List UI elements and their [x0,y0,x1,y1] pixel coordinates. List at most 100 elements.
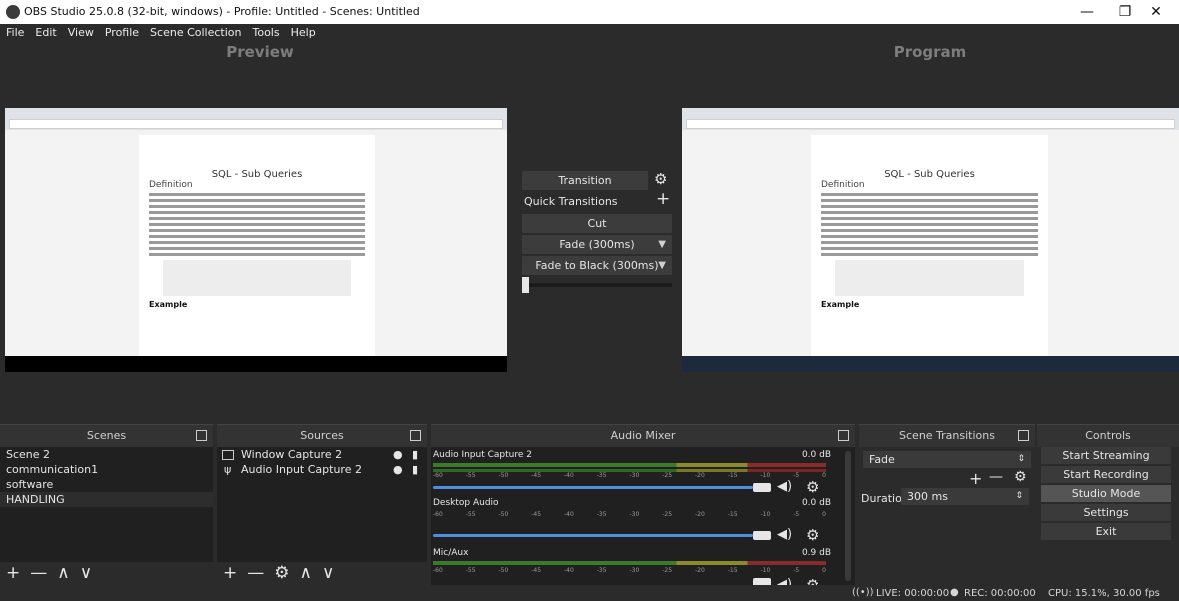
minus-icon[interactable]: — [247,563,264,583]
gear-icon[interactable]: ⚙ [806,526,819,544]
scenes-list: Scene 2 communication1 software HANDLING [0,447,213,562]
quick-transition-cut[interactable]: Cut [522,214,672,233]
document-page: SQL - Sub Queries Definition Example [139,135,375,356]
audio-mixer-header: Audio Mixer [431,424,855,447]
settings-button[interactable]: Settings [1041,504,1171,521]
up-icon[interactable]: ∧ [57,563,69,583]
quick-transitions-label: Quick Transitions [524,195,618,208]
gear-icon[interactable]: ⚙ [806,478,819,496]
quick-transition-label: Cut [587,217,607,230]
down-icon[interactable]: ∨ [80,563,92,583]
gear-icon[interactable]: ⚙ [274,563,289,583]
up-icon[interactable]: ∧ [300,563,312,583]
scene-item-selected[interactable]: HANDLING [0,492,213,507]
menu-tools[interactable]: Tools [247,24,285,39]
scene-transitions-dock: Scene Transitions Fade ⇕ + — ⚙ Duration … [859,424,1035,586]
code-block [163,260,351,296]
transition-slider[interactable] [522,283,672,287]
minus-icon[interactable]: — [989,469,1003,485]
source-item[interactable]: Window Capture 2 ● ▮ [217,447,427,462]
source-item[interactable]: ψ Audio Input Capture 2 ● ▮ [217,462,427,477]
volume-slider[interactable] [433,486,753,489]
cpu-status: CPU: 15.1%, 30.00 fps [1048,588,1160,599]
eye-icon[interactable]: ● [393,462,403,477]
undock-icon[interactable] [1018,430,1029,441]
audio-mixer-body: Audio Input Capture 2 0.0 dB -60 -55 -50 -4… [431,447,855,586]
channel-name: Audio Input Capture 2 [433,450,532,460]
meter-ticks: -60 -55 -50 -45 -40 -35 -30 -25 -20 -15 -10 -5 0 [433,511,826,518]
scene-item[interactable]: Scene 2 [0,447,213,462]
channel-name: Mic/Aux [433,548,469,558]
audio-mixer-title: Audio Mixer [610,429,676,442]
transition-gear-icon[interactable]: ⚙ [654,170,667,188]
menu-view[interactable]: View [62,24,99,39]
scene-item[interactable]: communication1 [0,462,213,477]
duration-value: 300 ms [907,490,948,503]
controls-title: Controls [1085,429,1131,442]
microphone-icon: ψ [224,463,232,476]
undock-icon[interactable] [838,430,849,441]
scene-item[interactable]: software [0,477,213,492]
preview-canvas[interactable]: SQL - Sub Queries Definition Example [5,108,507,356]
lock-icon[interactable]: ▮ [412,447,418,462]
duration-spinbox[interactable]: 300 ms ⇕ [901,488,1029,505]
source-label: Window Capture 2 [241,448,343,461]
transition-select-value: Fade [869,453,895,466]
document-title: SQL - Sub Queries [884,169,975,180]
chevron-down-icon: ▼ [658,239,666,250]
rec-icon: ● [950,587,959,598]
studio-mode-button[interactable]: Studio Mode [1041,485,1171,502]
volume-meter [433,463,826,467]
mixer-scrollbar[interactable] [845,451,851,581]
undock-icon[interactable] [196,430,207,441]
volume-slider-handle[interactable] [753,483,771,492]
minus-icon[interactable]: — [30,563,47,583]
start-streaming-button[interactable]: Start Streaming [1041,447,1171,464]
quick-transition-fade-black[interactable]: Fade to Black (300ms) ▼ [522,256,672,275]
controls-title-bar: Controls [1037,424,1179,447]
menu-scene-collection[interactable]: Scene Collection [144,24,246,39]
code-block [835,260,1024,296]
menu-bar: File Edit View Profile Scene Collection Tools… [0,24,1179,42]
plus-icon[interactable]: + [223,563,237,583]
volume-slider[interactable] [433,534,753,537]
scene-transitions-header: Scene Transitions [859,424,1035,447]
quick-transition-fade[interactable]: Fade (300ms) ▼ [522,235,672,254]
volume-meter [433,561,826,565]
menu-edit[interactable]: Edit [29,24,61,39]
undock-icon[interactable] [410,430,421,441]
channel-db: 0.0 dB [801,498,831,508]
transition-select[interactable]: Fade ⇕ [863,451,1031,468]
start-recording-button[interactable]: Start Recording [1041,466,1171,483]
close-button[interactable]: ✕ [1133,0,1179,24]
sources-list: Window Capture 2 ● ▮ ψ Audio Input Captu… [217,447,427,562]
chevron-down-icon: ▼ [658,260,666,271]
plus-icon[interactable]: + [6,563,20,583]
menu-help[interactable]: Help [285,24,321,39]
transition-slider-handle[interactable] [522,277,529,293]
scenes-header: Scenes [0,424,213,447]
gear-icon[interactable]: ⚙ [1014,469,1027,485]
exit-button[interactable]: Exit [1041,523,1171,540]
audio-mixer-dock: Audio Mixer Audio Input Capture 2 0.0 dB… [431,424,855,586]
transition-button[interactable]: Transition [522,171,648,190]
source-label: Audio Input Capture 2 [241,463,362,476]
menu-file[interactable]: File [0,24,29,39]
sources-title: Sources [300,429,344,442]
eye-icon[interactable]: ● [393,447,403,462]
volume-slider-handle[interactable] [753,531,771,540]
lock-icon[interactable]: ▮ [412,462,418,477]
speaker-icon[interactable]: ◀) [777,527,792,542]
add-quick-transition-icon[interactable]: + [656,189,670,209]
sources-dock: Sources Window Capture 2 ● ▮ ψ Audio Inp… [217,424,427,585]
speaker-icon[interactable]: ◀) [777,479,792,494]
plus-icon[interactable]: + [969,469,982,488]
down-icon[interactable]: ∨ [322,563,334,583]
scene-transitions-body: Fade ⇕ + — ⚙ Duration 300 ms ⇕ [859,447,1035,586]
browser-toolbar [682,108,1179,130]
live-icon: ((•)) [852,587,874,598]
audio-channel: Audio Input Capture 2 0.0 dB -60 -55 -50 -4… [431,450,841,502]
menu-profile[interactable]: Profile [99,24,144,39]
obs-logo-icon [6,5,20,19]
document-page: SQL - Sub Queries Definition Example [811,135,1048,356]
